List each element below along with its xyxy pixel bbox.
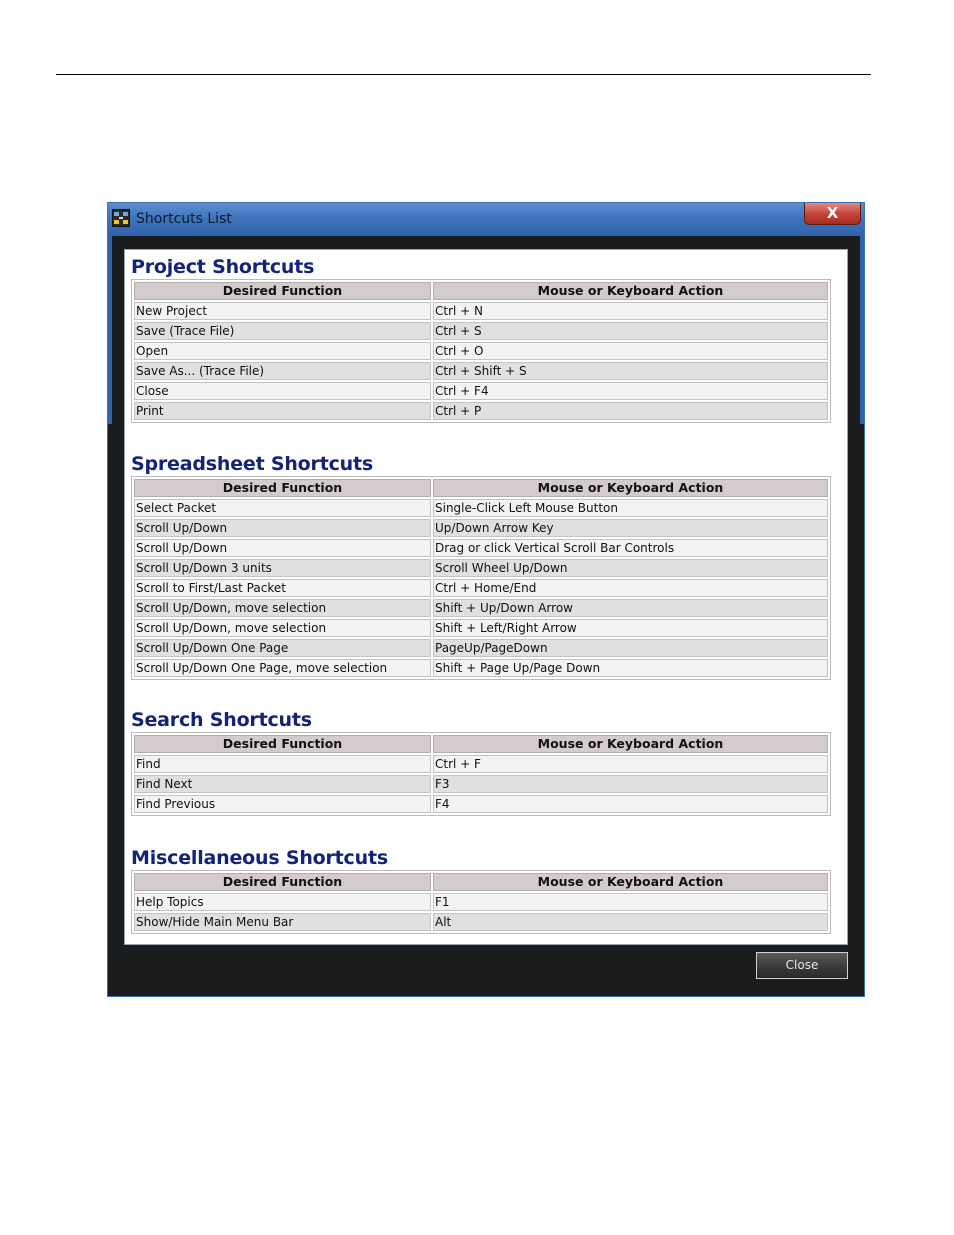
- column-header-function: Desired Function: [134, 479, 431, 497]
- action-cell: F3: [433, 775, 828, 793]
- table-row: Select Packet Single-Click Left Mouse But…: [134, 499, 828, 517]
- function-cell: Save As... (Trace File): [134, 362, 431, 380]
- table-row: Show/Hide Main Menu Bar Alt: [134, 913, 828, 931]
- table-row: Find Ctrl + F: [134, 755, 828, 773]
- section-title-search: Search Shortcuts: [131, 709, 312, 731]
- action-cell: Ctrl + P: [433, 402, 828, 420]
- column-header-function: Desired Function: [134, 282, 431, 300]
- action-cell: Ctrl + O: [433, 342, 828, 360]
- title-bar[interactable]: Shortcuts List X: [108, 203, 864, 236]
- section-title-miscellaneous: Miscellaneous Shortcuts: [131, 847, 388, 869]
- action-cell: Shift + Page Up/Page Down: [433, 659, 828, 677]
- spreadsheet-shortcuts-table: Desired Function Mouse or Keyboard Actio…: [131, 476, 831, 680]
- function-cell: Save (Trace File): [134, 322, 431, 340]
- miscellaneous-shortcuts-table: Desired Function Mouse or Keyboard Actio…: [131, 870, 831, 934]
- window-title: Shortcuts List: [136, 211, 232, 227]
- table-row: Save As... (Trace File) Ctrl + Shift + S: [134, 362, 828, 380]
- close-icon[interactable]: X: [804, 203, 861, 225]
- shortcuts-panel: Project Shortcuts Desired Function Mouse…: [124, 249, 848, 945]
- table-row: Find Next F3: [134, 775, 828, 793]
- action-cell: Ctrl + F4: [433, 382, 828, 400]
- table-row: Help Topics F1: [134, 893, 828, 911]
- action-cell: Ctrl + F: [433, 755, 828, 773]
- column-header-action: Mouse or Keyboard Action: [433, 282, 828, 300]
- action-cell: PageUp/PageDown: [433, 639, 828, 657]
- window-border-left: [108, 236, 112, 424]
- function-cell: Scroll Up/Down: [134, 519, 431, 537]
- function-cell: Scroll to First/Last Packet: [134, 579, 431, 597]
- column-header-action: Mouse or Keyboard Action: [433, 735, 828, 753]
- function-cell: New Project: [134, 302, 431, 320]
- action-cell: Ctrl + S: [433, 322, 828, 340]
- function-cell: Select Packet: [134, 499, 431, 517]
- section-title-spreadsheet: Spreadsheet Shortcuts: [131, 453, 373, 475]
- shortcuts-dialog: Shortcuts List X Project Shortcuts Desir…: [107, 202, 865, 997]
- action-cell: Ctrl + N: [433, 302, 828, 320]
- function-cell: Close: [134, 382, 431, 400]
- function-cell: Open: [134, 342, 431, 360]
- column-header-action: Mouse or Keyboard Action: [433, 479, 828, 497]
- function-cell: Scroll Up/Down 3 units: [134, 559, 431, 577]
- action-cell: Shift + Left/Right Arrow: [433, 619, 828, 637]
- function-cell: Scroll Up/Down: [134, 539, 431, 557]
- function-cell: Show/Hide Main Menu Bar: [134, 913, 431, 931]
- page-top-rule: [56, 74, 871, 75]
- function-cell: Find Next: [134, 775, 431, 793]
- column-header-function: Desired Function: [134, 735, 431, 753]
- project-shortcuts-table: Desired Function Mouse or Keyboard Actio…: [131, 279, 831, 423]
- table-row: Close Ctrl + F4: [134, 382, 828, 400]
- column-header-action: Mouse or Keyboard Action: [433, 873, 828, 891]
- table-row: Find Previous F4: [134, 795, 828, 813]
- close-button[interactable]: Close: [756, 952, 848, 979]
- table-row: New Project Ctrl + N: [134, 302, 828, 320]
- table-row: Open Ctrl + O: [134, 342, 828, 360]
- action-cell: Single-Click Left Mouse Button: [433, 499, 828, 517]
- action-cell: Up/Down Arrow Key: [433, 519, 828, 537]
- table-row: Scroll Up/Down Up/Down Arrow Key: [134, 519, 828, 537]
- action-cell: Shift + Up/Down Arrow: [433, 599, 828, 617]
- action-cell: Scroll Wheel Up/Down: [433, 559, 828, 577]
- action-cell: Drag or click Vertical Scroll Bar Contro…: [433, 539, 828, 557]
- table-row: Scroll to First/Last Packet Ctrl + Home/E…: [134, 579, 828, 597]
- app-icon: [112, 209, 130, 227]
- action-cell: F1: [433, 893, 828, 911]
- window-border-right: [860, 236, 864, 424]
- action-cell: F4: [433, 795, 828, 813]
- table-row: Scroll Up/Down One Page PageUp/PageDown: [134, 639, 828, 657]
- column-header-function: Desired Function: [134, 873, 431, 891]
- function-cell: Print: [134, 402, 431, 420]
- table-row: Scroll Up/Down Drag or click Vertical Scr…: [134, 539, 828, 557]
- search-shortcuts-table: Desired Function Mouse or Keyboard Actio…: [131, 732, 831, 816]
- table-row: Save (Trace File) Ctrl + S: [134, 322, 828, 340]
- action-cell: Ctrl + Shift + S: [433, 362, 828, 380]
- table-row: Scroll Up/Down One Page, move selection S…: [134, 659, 828, 677]
- function-cell: Scroll Up/Down One Page: [134, 639, 431, 657]
- table-row: Scroll Up/Down, move selection Shift + Up…: [134, 599, 828, 617]
- function-cell: Find Previous: [134, 795, 431, 813]
- table-row: Print Ctrl + P: [134, 402, 828, 420]
- table-row: Scroll Up/Down 3 units Scroll Wheel Up/Do…: [134, 559, 828, 577]
- action-cell: Alt: [433, 913, 828, 931]
- table-row: Scroll Up/Down, move selection Shift + Le…: [134, 619, 828, 637]
- action-cell: Ctrl + Home/End: [433, 579, 828, 597]
- section-title-project: Project Shortcuts: [131, 256, 315, 278]
- function-cell: Help Topics: [134, 893, 431, 911]
- function-cell: Scroll Up/Down One Page, move selection: [134, 659, 431, 677]
- function-cell: Find: [134, 755, 431, 773]
- function-cell: Scroll Up/Down, move selection: [134, 619, 431, 637]
- function-cell: Scroll Up/Down, move selection: [134, 599, 431, 617]
